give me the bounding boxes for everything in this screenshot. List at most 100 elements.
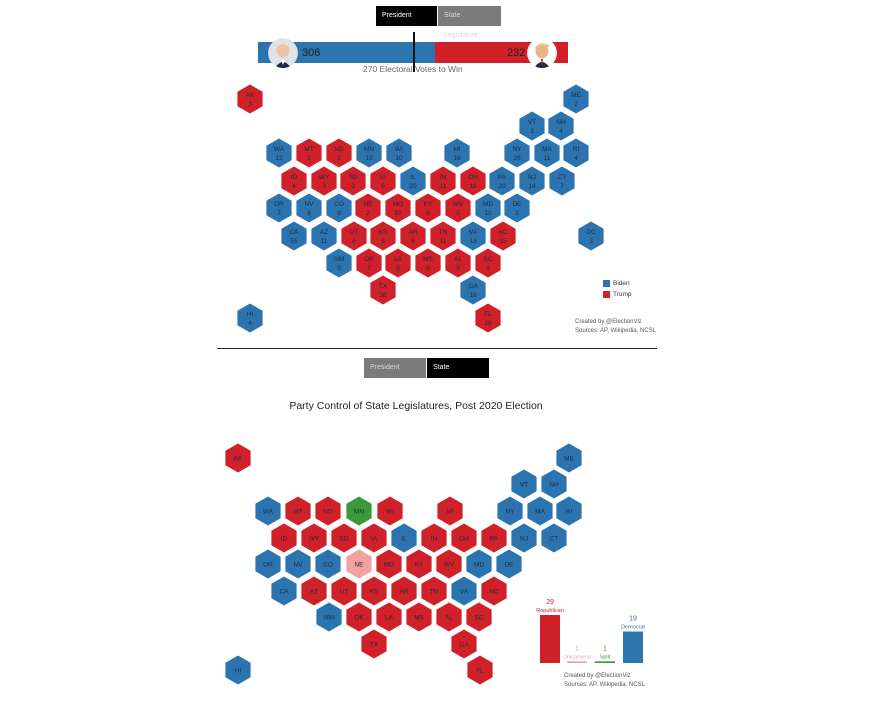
legislature-hex-il[interactable]: IL	[391, 523, 417, 553]
state-hex-ms[interactable]: MS 6	[415, 248, 441, 278]
legislature-hex-ks[interactable]: KS	[361, 576, 387, 606]
tab-state-legislature[interactable]: State Legislature	[427, 358, 489, 391]
state-hex-ut[interactable]: UT 6	[341, 221, 367, 251]
state-hex-nd[interactable]: ND 3	[326, 138, 352, 168]
state-hex-tn[interactable]: TN 11	[430, 221, 456, 251]
state-hex-ri[interactable]: RI 4	[563, 138, 589, 168]
state-hex-wi[interactable]: WI 10	[386, 138, 412, 168]
legislature-hex-tn[interactable]: TN	[421, 576, 447, 606]
state-hex-az[interactable]: AZ 11	[311, 221, 337, 251]
bar-unicameral[interactable]	[567, 661, 587, 663]
state-hex-al[interactable]: AL 9	[445, 248, 471, 278]
legislature-hex-wy[interactable]: WY	[301, 523, 327, 553]
legislature-hex-co[interactable]: CO	[315, 549, 341, 579]
state-hex-ca[interactable]: CA 55	[281, 221, 307, 251]
state-hex-nc[interactable]: NC 15	[490, 221, 516, 251]
state-hex-dc[interactable]: DC 3	[578, 221, 604, 251]
state-hex-wy[interactable]: WY 3	[311, 166, 337, 196]
legislature-hex-az[interactable]: AZ	[301, 576, 327, 606]
legislature-hex-fl[interactable]: FL	[467, 655, 493, 685]
state-hex-ks[interactable]: KS 6	[370, 221, 396, 251]
legislature-hex-pa[interactable]: PA	[481, 523, 507, 553]
legislature-hex-nj[interactable]: NJ	[511, 523, 537, 553]
legislature-hex-vt[interactable]: VT	[511, 469, 537, 499]
legislature-hex-wi[interactable]: WI	[377, 496, 403, 526]
legislature-hex-oh[interactable]: OH	[451, 523, 477, 553]
state-hex-in[interactable]: IN 11	[430, 166, 456, 196]
state-hex-de[interactable]: DE 3	[504, 193, 530, 223]
legislature-hex-wv[interactable]: WV	[436, 549, 462, 579]
legislature-hex-va[interactable]: VA	[451, 576, 477, 606]
legislature-hex-ok[interactable]: OK	[346, 602, 372, 632]
legislature-hex-or[interactable]: OR	[255, 549, 281, 579]
state-hex-va[interactable]: VA 13	[460, 221, 486, 251]
legislature-hex-mo[interactable]: MO	[376, 549, 402, 579]
legislature-hex-ct[interactable]: CT	[541, 523, 567, 553]
state-hex-fl[interactable]: FL 29	[475, 303, 501, 333]
state-hex-vt[interactable]: VT 3	[519, 111, 545, 141]
legislature-hex-mt[interactable]: MT	[285, 496, 311, 526]
legislature-hex-nc[interactable]: NC	[481, 576, 507, 606]
state-hex-wv[interactable]: WV 5	[445, 193, 471, 223]
state-hex-la[interactable]: LA 8	[385, 248, 411, 278]
state-hex-ma[interactable]: MA 11	[534, 138, 560, 168]
state-hex-ga[interactable]: GA 16	[460, 275, 486, 305]
legislature-hex-la[interactable]: LA	[376, 602, 402, 632]
legislature-hex-ak[interactable]: AK	[225, 443, 251, 473]
state-hex-wa[interactable]: WA 12	[266, 138, 292, 168]
legislature-hex-mn[interactable]: MN	[346, 496, 372, 526]
state-hex-ne[interactable]: NE 2	[355, 193, 381, 223]
legislature-hex-nv[interactable]: NV	[285, 549, 311, 579]
state-hex-id[interactable]: ID 4	[281, 166, 307, 196]
legislature-hex-hi[interactable]: HI	[225, 655, 251, 685]
tab-state-legislature[interactable]: State Legislature	[438, 6, 501, 39]
legislature-hex-wa[interactable]: WA	[255, 496, 281, 526]
state-hex-hi[interactable]: HI 4	[237, 303, 263, 333]
legislature-hex-nh[interactable]: NH	[541, 469, 567, 499]
state-hex-nh[interactable]: NH 4	[548, 111, 574, 141]
legislature-hex-nd[interactable]: ND	[315, 496, 341, 526]
state-hex-ky[interactable]: KY 8	[415, 193, 441, 223]
state-hex-nj[interactable]: NJ 14	[519, 166, 545, 196]
state-hex-mi[interactable]: MI 16	[444, 138, 470, 168]
legislature-hex-sc[interactable]: SC	[466, 602, 492, 632]
legislature-hex-ri[interactable]: RI	[556, 496, 582, 526]
state-hex-tx[interactable]: TX 38	[370, 275, 396, 305]
state-hex-ny[interactable]: NY 29	[504, 138, 530, 168]
legislature-hex-ia[interactable]: IA	[361, 523, 387, 553]
legislature-hex-ca[interactable]: CA	[271, 576, 297, 606]
legislature-hex-nm[interactable]: NM	[316, 602, 342, 632]
legislature-hex-ny[interactable]: NY	[497, 496, 523, 526]
state-hex-oh[interactable]: OH 18	[460, 166, 486, 196]
state-hex-sd[interactable]: SD 3	[340, 166, 366, 196]
state-hex-il[interactable]: IL 20	[400, 166, 426, 196]
legislature-hex-md[interactable]: MD	[466, 549, 492, 579]
legislature-hex-ar[interactable]: AR	[391, 576, 417, 606]
legislature-hex-de[interactable]: DE	[496, 549, 522, 579]
legislature-hex-ma[interactable]: MA	[527, 496, 553, 526]
state-hex-pa[interactable]: PA 20	[489, 166, 515, 196]
state-hex-nv[interactable]: NV 6	[296, 193, 322, 223]
state-hex-ia[interactable]: IA 6	[370, 166, 396, 196]
legislature-hex-al[interactable]: AL	[436, 602, 462, 632]
tab-president[interactable]: President	[376, 6, 437, 26]
state-hex-ok[interactable]: OK 7	[356, 248, 382, 278]
state-hex-ar[interactable]: AR 6	[400, 221, 426, 251]
legislature-hex-in[interactable]: IN	[421, 523, 447, 553]
legislature-hex-me[interactable]: ME	[556, 443, 582, 473]
state-hex-co[interactable]: CO 9	[326, 193, 352, 223]
legislature-hex-ky[interactable]: KY	[406, 549, 432, 579]
tab-president[interactable]: President	[364, 358, 426, 378]
state-hex-ct[interactable]: CT 7	[549, 166, 575, 196]
state-hex-sc[interactable]: SC 9	[475, 248, 501, 278]
state-hex-ak[interactable]: AK 3	[237, 84, 263, 114]
state-hex-md[interactable]: MD 10	[475, 193, 501, 223]
state-hex-me[interactable]: ME 2	[563, 84, 589, 114]
state-hex-mn[interactable]: MN 10	[356, 138, 382, 168]
legislature-hex-tx[interactable]: TX	[361, 629, 387, 659]
legislature-hex-mi[interactable]: MI	[437, 496, 463, 526]
legislature-hex-ut[interactable]: UT	[331, 576, 357, 606]
state-hex-mt[interactable]: MT 3	[296, 138, 322, 168]
legislature-hex-sd[interactable]: SD	[331, 523, 357, 553]
legislature-hex-ms[interactable]: MS	[406, 602, 432, 632]
